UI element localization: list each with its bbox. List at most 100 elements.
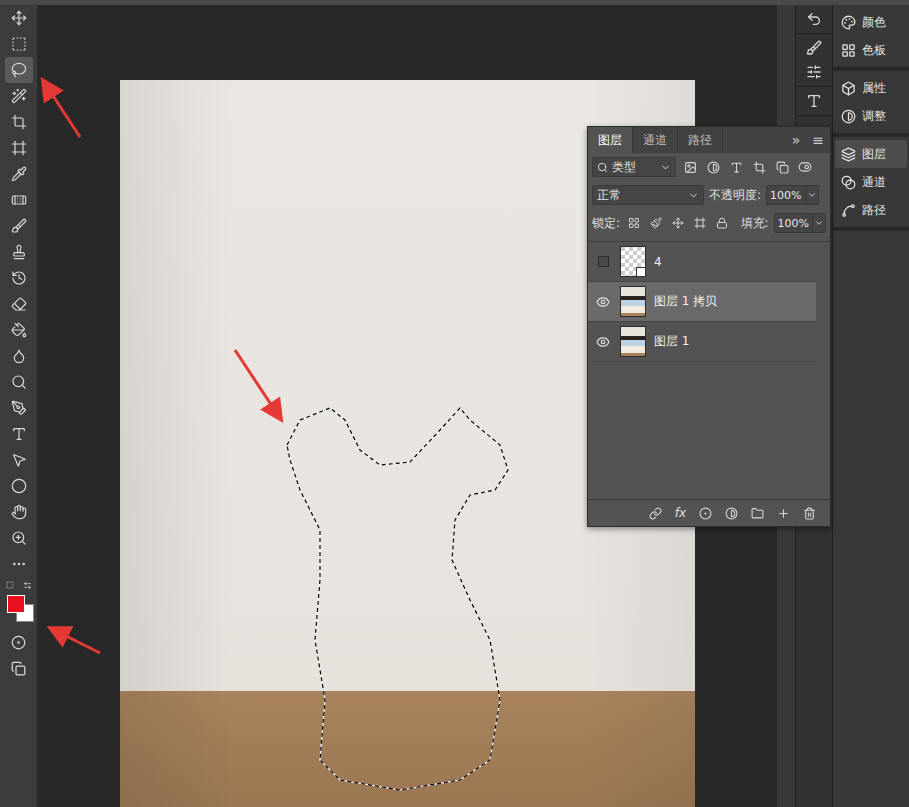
tool-button[interactable] (5, 473, 33, 499)
blend-row: 正常不透明度:100% (588, 181, 830, 209)
dock-item-icon (841, 175, 856, 190)
panel-tab[interactable]: 通道 (633, 127, 678, 153)
fx-button[interactable]: fx (675, 506, 686, 520)
chevron-icon (660, 162, 671, 173)
blend-dropdown[interactable]: 正常 (592, 185, 704, 205)
layer-row[interactable]: 4 (588, 242, 816, 282)
layer-row[interactable]: 图层 1 (588, 322, 816, 362)
default-colors-icon[interactable] (6, 581, 14, 589)
tool-icon (11, 322, 27, 338)
history-icon[interactable] (806, 11, 822, 27)
lock-pixels[interactable] (647, 214, 664, 232)
tool-button[interactable] (5, 551, 33, 577)
lock-position[interactable] (669, 214, 686, 232)
tool-icon (11, 374, 27, 390)
layer-name[interactable]: 图层 1 (654, 333, 689, 350)
mask-icon[interactable] (699, 507, 712, 520)
tool-button[interactable] (5, 135, 33, 161)
panel-menu[interactable]: ≡ (806, 127, 830, 153)
tool-icon (11, 166, 27, 182)
tool-button[interactable] (5, 291, 33, 317)
fill-field[interactable]: 100% (774, 213, 826, 233)
visibility-toggle[interactable] (588, 256, 618, 267)
tool-button[interactable] (5, 5, 33, 31)
tool-button[interactable] (5, 265, 33, 291)
layer-row[interactable]: 图层 1 拷贝 (588, 282, 816, 322)
filter-dropdown[interactable]: 类型 (592, 157, 676, 177)
adjustment-icon[interactable] (725, 507, 738, 520)
tool-button[interactable] (5, 317, 33, 343)
panel-overflow[interactable]: » (786, 127, 807, 153)
filter-adjust[interactable] (704, 158, 722, 176)
visibility-toggle[interactable] (588, 335, 618, 349)
panel-tab[interactable]: 图层 (588, 127, 633, 153)
tool-button[interactable] (5, 499, 33, 525)
lock-all[interactable] (713, 214, 730, 232)
filter-pixel[interactable] (681, 158, 699, 176)
tool-icon (11, 348, 27, 364)
tool-button[interactable] (5, 31, 33, 57)
tool-button[interactable] (5, 57, 33, 83)
quick-mask-icon (11, 635, 26, 650)
swap-colors-icon[interactable] (23, 581, 32, 590)
dock-item[interactable]: 调整 (835, 102, 907, 130)
dock-item[interactable]: 通道 (835, 168, 907, 196)
dock-item[interactable]: 色板 (835, 36, 907, 64)
filter-toggle[interactable] (796, 158, 814, 176)
tool-button[interactable] (5, 239, 33, 265)
tool-button[interactable] (5, 395, 33, 421)
color-swatches (4, 581, 34, 629)
lock-label: 锁定: (592, 215, 620, 232)
tool-button[interactable] (5, 187, 33, 213)
adjust-settings-icon[interactable] (806, 64, 822, 80)
layer-thumbnail (620, 326, 646, 357)
tool-icon (11, 296, 27, 312)
layer-name[interactable]: 图层 1 拷贝 (654, 293, 717, 310)
image-icon (684, 161, 697, 174)
dock-item[interactable]: 属性 (835, 74, 907, 102)
tool-button[interactable] (5, 447, 33, 473)
opacity-field[interactable]: 100% (766, 185, 818, 205)
link-icon[interactable] (649, 507, 662, 520)
dock-item-icon (841, 81, 856, 96)
filter-shape[interactable] (750, 158, 768, 176)
new-layer-icon[interactable] (777, 507, 790, 520)
trash-icon[interactable] (803, 507, 816, 520)
layer-name[interactable]: 4 (654, 255, 662, 269)
panel-tab[interactable]: 路径 (678, 127, 723, 153)
tool-button[interactable] (5, 343, 33, 369)
tool-button[interactable] (5, 213, 33, 239)
dock-item-icon (841, 43, 856, 58)
photoshop-window: 图层通道路径»≡类型正常不透明度:100%锁定:填充:100%4图层 1 拷贝图… (0, 0, 909, 807)
visibility-toggle[interactable] (588, 295, 618, 309)
brush-icon (650, 217, 662, 229)
tool-icon (11, 140, 27, 156)
lock-transparent[interactable] (625, 214, 642, 232)
tool-button[interactable] (5, 525, 33, 551)
layer-thumbnail (620, 246, 646, 277)
dock-item[interactable]: 颜色 (835, 8, 907, 36)
tool-button[interactable] (5, 369, 33, 395)
tool-button[interactable] (5, 161, 33, 187)
shape-icon (753, 161, 766, 174)
filter-type[interactable] (727, 158, 745, 176)
character-icon[interactable] (806, 93, 822, 109)
dock-item[interactable]: 路径 (835, 196, 907, 224)
tool-button[interactable] (5, 421, 33, 447)
layers-panel: 图层通道路径»≡类型正常不透明度:100%锁定:填充:100%4图层 1 拷贝图… (587, 126, 831, 527)
folder-icon[interactable] (751, 507, 764, 520)
brush-settings-icon[interactable] (806, 40, 822, 56)
quick-mask-button[interactable] (5, 629, 33, 655)
tool-button[interactable] (5, 109, 33, 135)
tool-icon (11, 452, 27, 468)
lock-artboard[interactable] (691, 214, 708, 232)
screen-mode-button[interactable] (5, 655, 33, 681)
dock-item[interactable]: 图层 (835, 140, 907, 168)
tool-button[interactable] (5, 83, 33, 109)
artboard-icon (694, 217, 706, 229)
foreground-color[interactable] (7, 595, 25, 613)
filter-smart[interactable] (773, 158, 791, 176)
tool-icon (11, 218, 27, 234)
eye-icon (596, 335, 610, 349)
smart-object-icon (636, 267, 646, 277)
